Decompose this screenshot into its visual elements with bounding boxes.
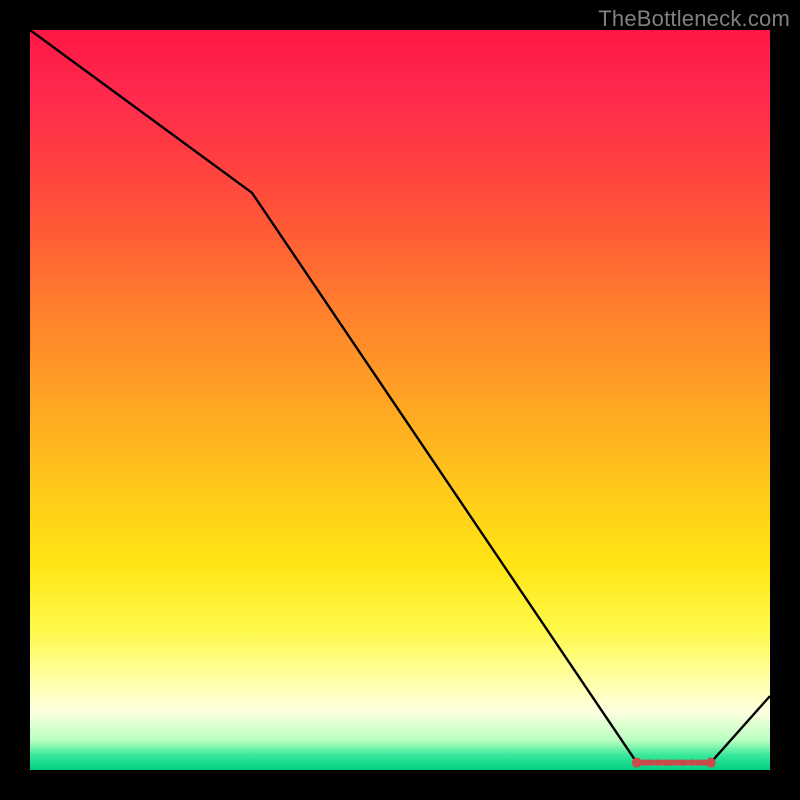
chart-highlight-region [632, 758, 716, 768]
chart-overlay [30, 30, 770, 770]
chart-line [30, 30, 770, 763]
watermark-text: TheBottleneck.com [598, 6, 790, 32]
